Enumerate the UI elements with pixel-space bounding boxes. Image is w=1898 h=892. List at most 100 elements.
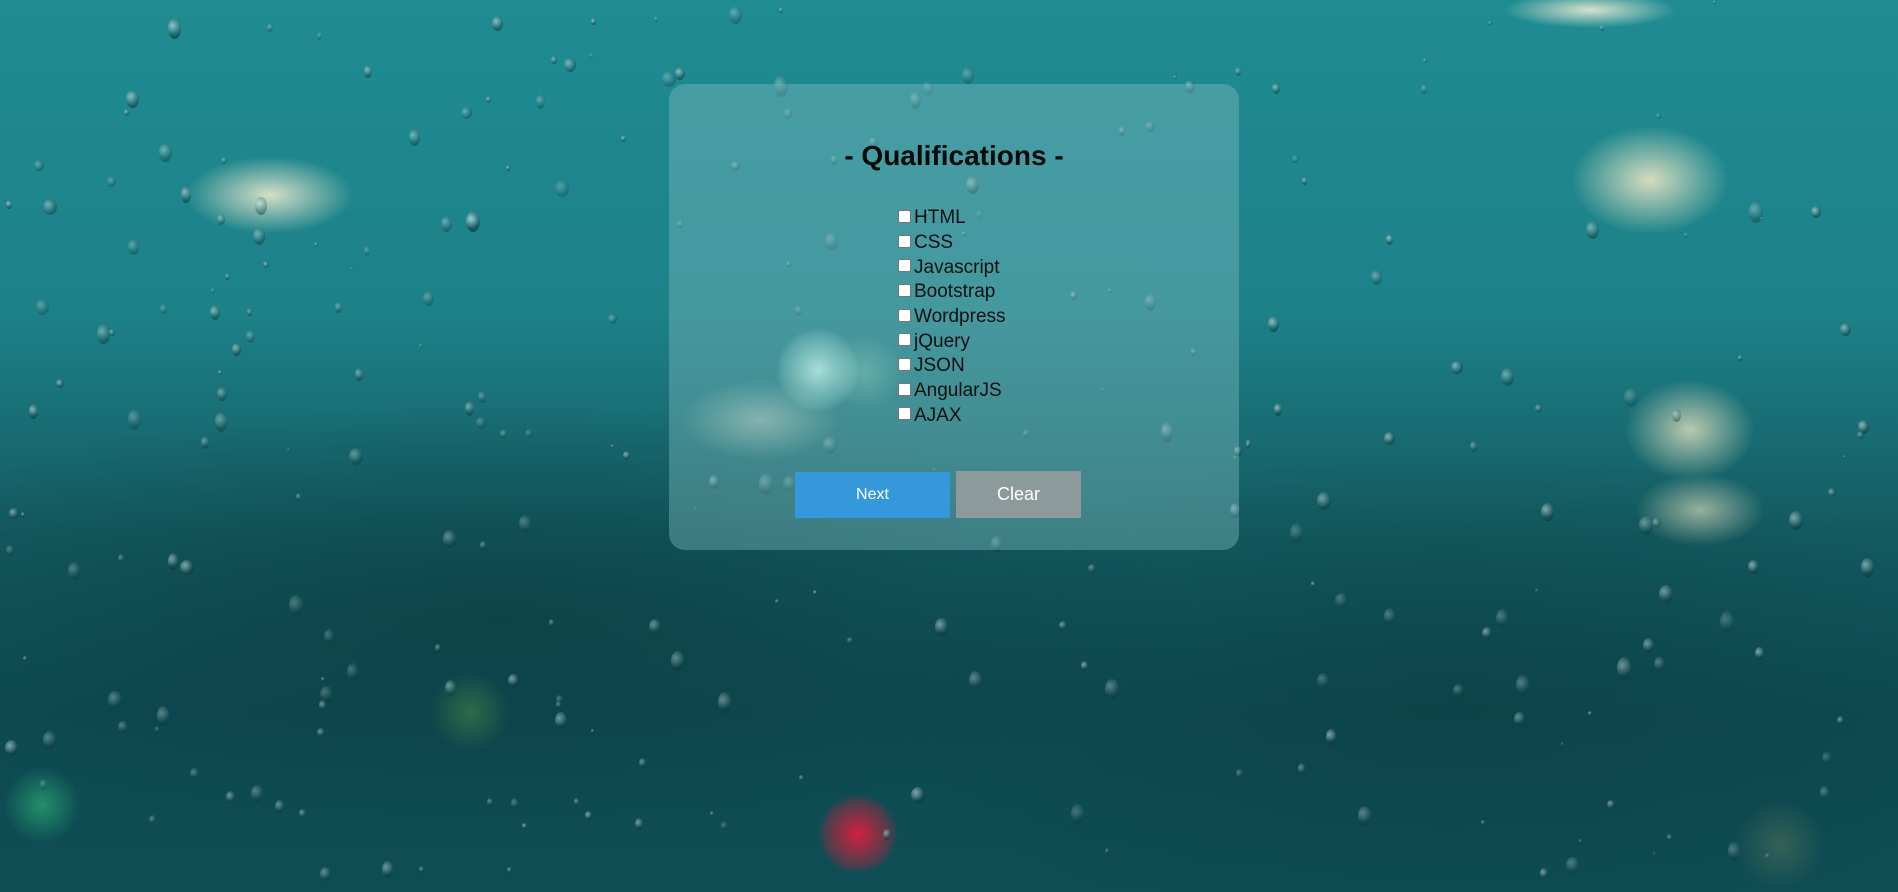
- html-checkbox[interactable]: [898, 209, 911, 223]
- wordpress-checkbox[interactable]: [898, 308, 911, 322]
- raindrop: [1326, 729, 1336, 745]
- raindrop: [551, 56, 557, 64]
- raindrop: [217, 214, 225, 225]
- raindrop: [536, 94, 545, 109]
- panel-title: - Qualifications -: [844, 140, 1064, 171]
- javascript-checkbox[interactable]: [898, 259, 911, 273]
- option-html[interactable]: HTML: [898, 206, 1006, 231]
- raindrop: [423, 291, 434, 306]
- option-ajax[interactable]: AJAX: [898, 404, 1006, 429]
- raindrop: [34, 160, 44, 171]
- raindrop: [1088, 564, 1096, 573]
- raindrop: [1861, 558, 1874, 577]
- raindrop: [585, 811, 592, 820]
- raindrop: [1672, 409, 1681, 422]
- raindrop: [251, 785, 263, 802]
- form-actions: Next Clear: [795, 471, 1081, 518]
- raindrop: [461, 107, 472, 119]
- raindrop: [465, 401, 474, 416]
- clear-button[interactable]: Clear: [956, 471, 1081, 518]
- raindrop: [1302, 177, 1307, 185]
- raindrop: [1081, 661, 1088, 671]
- raindrop: [721, 821, 727, 831]
- option-css[interactable]: CSS: [898, 231, 1006, 256]
- raindrop: [275, 800, 284, 813]
- raindrop: [215, 412, 227, 432]
- raindrop: [128, 409, 141, 430]
- raindrop: [1840, 323, 1851, 336]
- raindrop: [445, 680, 456, 696]
- raindrop: [591, 18, 596, 25]
- ajax-checkbox[interactable]: [898, 407, 911, 421]
- raindrop: [56, 379, 64, 388]
- jquery-checkbox[interactable]: [898, 333, 911, 347]
- next-button[interactable]: Next: [795, 472, 950, 518]
- raindrop: [364, 246, 370, 256]
- raindrop: [555, 180, 569, 197]
- raindrop: [160, 304, 167, 314]
- raindrop: [118, 721, 128, 733]
- raindrop: [1624, 388, 1638, 407]
- css-checkbox[interactable]: [898, 234, 911, 248]
- raindrop: [511, 798, 518, 809]
- raindrop: [1684, 232, 1688, 238]
- raindrop: [317, 32, 322, 40]
- qualification-options: HTML CSS Javascript Bootstrap Wordpress …: [898, 206, 1006, 428]
- raindrop: [1496, 609, 1508, 628]
- raindrop: [36, 299, 49, 315]
- raindrop: [180, 560, 194, 575]
- raindrop: [556, 701, 561, 709]
- raindrop: [40, 779, 47, 790]
- raindrop: [287, 448, 290, 452]
- raindrop: [1659, 585, 1673, 603]
- raindrop: [128, 239, 139, 255]
- raindrop: [124, 109, 129, 116]
- raindrop: [1371, 270, 1382, 285]
- raindrop: [1535, 404, 1542, 413]
- raindrop: [525, 429, 533, 438]
- raindrop: [1837, 716, 1844, 725]
- raindrop: [1235, 67, 1241, 76]
- raindrop: [654, 16, 658, 22]
- raindrop: [608, 314, 617, 324]
- option-bootstrap[interactable]: Bootstrap: [898, 280, 1006, 305]
- option-wordpress[interactable]: Wordpress: [898, 305, 1006, 330]
- raindrop: [522, 823, 527, 829]
- raindrop: [623, 451, 630, 460]
- raindrop: [247, 308, 252, 316]
- raindrop: [478, 391, 486, 403]
- raindrop: [718, 692, 731, 713]
- raindrop: [1311, 581, 1315, 587]
- angularjs-checkbox[interactable]: [898, 382, 911, 396]
- option-angularjs[interactable]: AngularJS: [898, 379, 1006, 404]
- raindrop: [1643, 638, 1654, 653]
- raindrop: [1317, 673, 1329, 689]
- raindrop: [168, 553, 178, 570]
- option-json[interactable]: JSON: [898, 354, 1006, 379]
- raindrop: [335, 302, 342, 313]
- raindrop: [109, 329, 115, 336]
- raindrop: [1857, 431, 1864, 439]
- option-label: Bootstrap: [914, 281, 996, 303]
- bootstrap-checkbox[interactable]: [898, 283, 911, 297]
- raindrop: [487, 798, 493, 806]
- json-checkbox[interactable]: [898, 357, 911, 371]
- raindrop: [435, 644, 441, 652]
- raindrop: [1268, 316, 1279, 332]
- raindrop: [1720, 611, 1734, 633]
- option-javascript[interactable]: Javascript: [898, 255, 1006, 280]
- raindrop: [1652, 518, 1661, 528]
- raindrop: [314, 242, 318, 247]
- raindrop: [1713, 0, 1716, 4]
- raindrop: [1600, 25, 1604, 31]
- raindrop: [649, 619, 661, 634]
- raindrop: [6, 200, 12, 209]
- raindrop: [226, 791, 235, 803]
- raindrop: [349, 448, 363, 465]
- raindrop: [962, 67, 974, 84]
- option-label: HTML: [914, 207, 966, 229]
- raindrop: [1607, 800, 1615, 809]
- raindrop: [710, 811, 714, 816]
- raindrop: [799, 775, 804, 781]
- option-jquery[interactable]: jQuery: [898, 329, 1006, 354]
